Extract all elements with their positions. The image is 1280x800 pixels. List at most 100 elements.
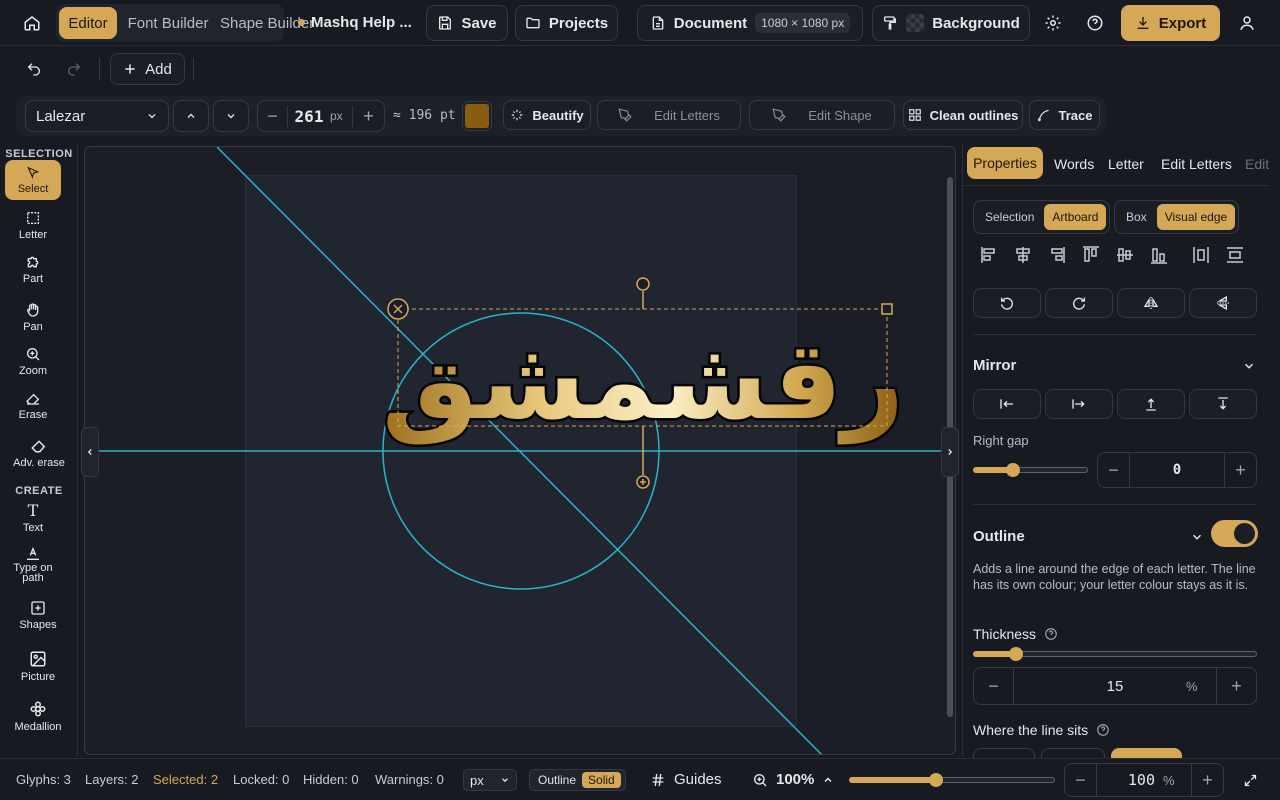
minus-icon[interactable]: −	[974, 668, 1014, 704]
tool-type-on-path[interactable]: Type on path	[5, 546, 61, 584]
collapse-right-button[interactable]	[941, 427, 959, 477]
save-button[interactable]: Save	[426, 5, 508, 41]
clean-outlines-button[interactable]: Clean outlines	[903, 100, 1023, 130]
collapse-left-button[interactable]	[81, 427, 99, 477]
bounds-visual-edge-option[interactable]: Visual edge	[1156, 204, 1236, 230]
plus-icon[interactable]: +	[1224, 453, 1256, 487]
tab-properties[interactable]: Properties	[967, 147, 1043, 179]
add-button[interactable]: Add	[110, 53, 185, 85]
thickness-stepper[interactable]: − 15 % +	[973, 667, 1257, 705]
undo-button[interactable]	[20, 54, 48, 84]
mirror-up-button[interactable]	[1117, 389, 1185, 419]
chevron-down-icon[interactable]	[1242, 359, 1256, 373]
rotate-ccw-button[interactable]	[973, 288, 1041, 318]
line-position-option-inside[interactable]	[973, 748, 1035, 758]
canvas-viewport[interactable]: رقشمشق	[84, 146, 956, 755]
outline-toggle[interactable]	[1211, 520, 1258, 547]
tab-words[interactable]: Words	[1054, 156, 1094, 172]
mirror-right-button[interactable]	[1045, 389, 1113, 419]
minus-icon[interactable]: −	[1098, 453, 1130, 487]
thickness-slider[interactable]	[973, 647, 1257, 661]
mirror-down-button[interactable]	[1189, 389, 1257, 419]
export-button[interactable]: Export	[1121, 5, 1220, 41]
projects-button[interactable]: Projects	[515, 5, 618, 41]
tool-erase[interactable]: Erase	[5, 390, 61, 421]
settings-button[interactable]	[1038, 6, 1068, 40]
line-position-option-outside[interactable]	[1111, 748, 1182, 758]
tool-part[interactable]: Part	[5, 254, 61, 285]
line-position-option-center[interactable]	[1041, 748, 1105, 758]
tab-edit-letters[interactable]: Edit Letters	[1161, 156, 1232, 172]
guides-button[interactable]: Guides	[650, 771, 722, 788]
rotate-cw-button[interactable]	[1045, 288, 1113, 318]
plus-icon[interactable]: +	[352, 105, 384, 127]
trace-button[interactable]: Trace	[1029, 100, 1100, 130]
align-to-toggle[interactable]: Selection Artboard	[973, 200, 1111, 234]
plus-icon[interactable]: +	[1191, 764, 1223, 796]
zoom-slider[interactable]	[849, 773, 1055, 787]
unit-select[interactable]: px	[463, 769, 517, 791]
flip-horizontal-button[interactable]	[1117, 288, 1185, 318]
thickness-value[interactable]: 15	[1014, 678, 1186, 695]
help-icon[interactable]	[1096, 723, 1110, 737]
edit-letters-button[interactable]: Edit Letters	[597, 100, 741, 130]
chevron-up-icon[interactable]	[822, 774, 834, 786]
align-top-icon[interactable]	[1083, 246, 1099, 262]
right-gap-value[interactable]: 0	[1130, 462, 1224, 478]
tool-select[interactable]: Select	[5, 160, 61, 200]
align-artboard-option[interactable]: Artboard	[1044, 204, 1107, 230]
font-select[interactable]: Lalezar	[25, 100, 169, 132]
text-color-swatch[interactable]	[462, 101, 492, 131]
font-size-value[interactable]: 261	[288, 107, 330, 126]
outline-mode-option[interactable]: Outline	[533, 773, 576, 787]
help-button[interactable]	[1080, 6, 1110, 40]
tool-shapes[interactable]: Shapes	[8, 600, 68, 631]
tool-pan[interactable]: Pan	[5, 302, 61, 333]
size-up-button[interactable]	[173, 100, 209, 132]
bounds-box-option[interactable]: Box	[1118, 204, 1155, 230]
bounds-toggle[interactable]: Box Visual edge	[1114, 200, 1240, 234]
font-size-stepper[interactable]: − 261 px +	[257, 100, 385, 132]
account-button[interactable]	[1232, 6, 1262, 40]
zoom-value[interactable]: 100	[1097, 771, 1163, 789]
slider-thumb[interactable]	[1006, 463, 1021, 477]
tool-zoom[interactable]: Zoom	[5, 346, 61, 377]
tool-medallion[interactable]: Medallion	[8, 700, 68, 733]
home-button[interactable]	[16, 6, 48, 40]
fullscreen-button[interactable]	[1237, 767, 1263, 793]
background-button[interactable]: Background	[872, 5, 1030, 41]
flip-vertical-button[interactable]	[1189, 288, 1257, 318]
tool-text[interactable]: T Text	[5, 503, 61, 535]
align-center-h-icon[interactable]	[1016, 247, 1030, 263]
zoom-control[interactable]: 100%	[752, 771, 834, 788]
tab-letter[interactable]: Letter	[1108, 156, 1144, 172]
align-bottom-icon[interactable]	[1151, 248, 1167, 264]
distribute-h-icon[interactable]	[1193, 247, 1209, 263]
mirror-left-button[interactable]	[973, 389, 1041, 419]
slider-thumb[interactable]	[1008, 647, 1023, 661]
chevron-down-icon[interactable]	[1190, 530, 1204, 544]
right-gap-stepper[interactable]: − 0 +	[1097, 452, 1257, 488]
beautify-button[interactable]: Beautify	[503, 100, 591, 130]
solid-mode-option[interactable]: Solid	[582, 772, 621, 788]
align-right-icon[interactable]	[1051, 247, 1065, 263]
align-left-icon[interactable]	[981, 247, 995, 263]
tool-picture[interactable]: Picture	[8, 650, 68, 683]
right-gap-slider[interactable]	[973, 463, 1088, 477]
zoom-stepper[interactable]: − 100 % +	[1064, 763, 1224, 797]
tool-letter[interactable]: Letter	[5, 210, 61, 241]
plus-icon[interactable]: +	[1216, 668, 1256, 704]
slider-thumb[interactable]	[928, 773, 943, 787]
help-icon[interactable]	[1044, 627, 1058, 641]
document-button[interactable]: Document 1080 × 1080 px	[637, 5, 863, 41]
align-selection-option[interactable]: Selection	[977, 204, 1042, 230]
resize-handle[interactable]	[881, 303, 893, 315]
distribute-v-icon[interactable]	[1227, 247, 1243, 263]
help-title[interactable]: Mashq Help ...	[298, 14, 412, 31]
edit-shape-button[interactable]: Edit Shape	[749, 100, 895, 130]
redo-button[interactable]	[60, 54, 88, 84]
view-mode-toggle[interactable]: Outline Solid	[529, 769, 626, 791]
tab-editor[interactable]: Editor	[59, 7, 117, 39]
tool-adv-erase[interactable]: Adv. erase	[6, 436, 72, 469]
rotate-handle[interactable]	[636, 277, 650, 291]
